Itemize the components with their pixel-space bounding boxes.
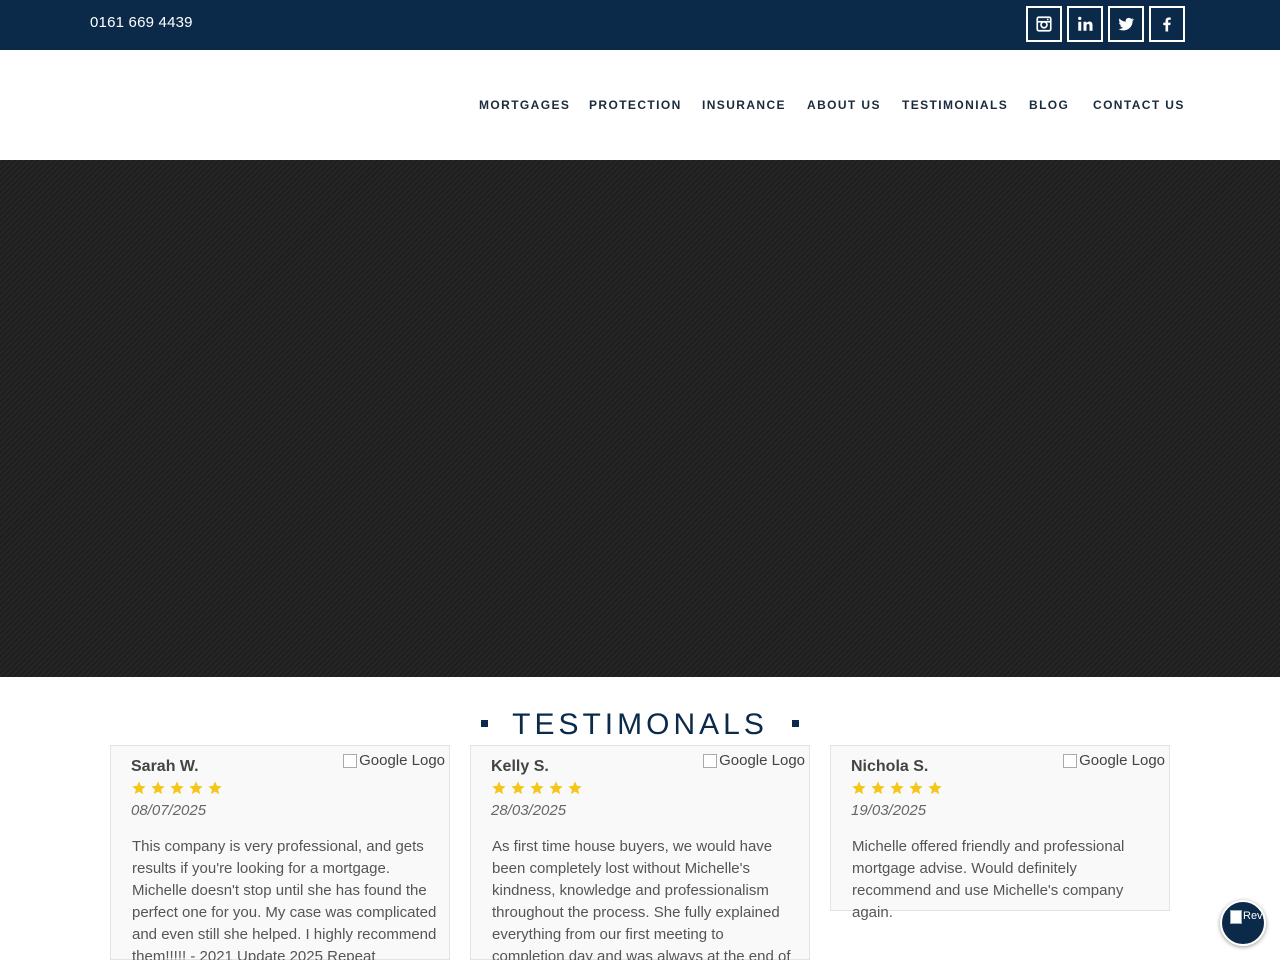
review-date: 08/07/2025 bbox=[131, 802, 207, 819]
phone-number[interactable]: 0161 669 4439 bbox=[90, 14, 193, 31]
star-rating bbox=[491, 780, 583, 796]
star-icon bbox=[890, 781, 904, 795]
nav-testimonials[interactable]: TESTIMONIALS bbox=[902, 98, 1008, 112]
twitter-icon[interactable] bbox=[1108, 6, 1144, 42]
star-icon bbox=[511, 781, 525, 795]
heading-square-left bbox=[480, 719, 488, 727]
star-icon bbox=[549, 781, 563, 795]
review-card: Sarah W. Google Logo 08/07/2025 This com… bbox=[110, 745, 450, 960]
reviewer-name: Sarah W. bbox=[131, 758, 199, 775]
nav-mortgages[interactable]: MORTGAGES bbox=[479, 98, 570, 112]
review-text: As first time house buyers, we would hav… bbox=[492, 838, 791, 960]
google-logo: Google Logo bbox=[703, 752, 805, 769]
google-logo-alt: Google Logo bbox=[719, 752, 805, 769]
nav-about-us[interactable]: ABOUT US bbox=[807, 98, 881, 112]
star-icon bbox=[189, 781, 203, 795]
star-icon bbox=[151, 781, 165, 795]
top-bar: 0161 669 4439 bbox=[0, 0, 1280, 50]
star-rating bbox=[131, 780, 223, 796]
google-logo-alt: Google Logo bbox=[1079, 752, 1165, 769]
star-icon bbox=[852, 781, 866, 795]
nav-protection[interactable]: PROTECTION bbox=[589, 98, 682, 112]
google-logo: Google Logo bbox=[343, 752, 445, 769]
facebook-icon[interactable] bbox=[1149, 6, 1185, 42]
hero-banner bbox=[0, 160, 1280, 677]
reviews-badge-button[interactable]: Revie bbox=[1220, 900, 1266, 946]
heading-square-right bbox=[792, 719, 800, 727]
star-icon bbox=[170, 781, 184, 795]
instagram-icon[interactable] bbox=[1026, 6, 1062, 42]
star-icon bbox=[928, 781, 942, 795]
review-date: 19/03/2025 bbox=[851, 802, 927, 819]
review-text: This company is very professional, and g… bbox=[132, 838, 437, 960]
nav-blog[interactable]: BLOG bbox=[1029, 98, 1069, 112]
star-icon bbox=[530, 781, 544, 795]
star-icon bbox=[871, 781, 885, 795]
nav-contact-us[interactable]: CONTACT US bbox=[1093, 98, 1185, 112]
google-logo-alt: Google Logo bbox=[359, 752, 445, 769]
star-icon bbox=[568, 781, 582, 795]
star-rating bbox=[851, 780, 943, 796]
review-date: 28/03/2025 bbox=[491, 802, 567, 819]
star-icon bbox=[132, 781, 146, 795]
testimonials-heading: TESTIMONALS bbox=[0, 708, 1280, 742]
review-card: Kelly S. Google Logo 28/03/2025 As first… bbox=[470, 745, 810, 960]
reviews-badge-alt-text: Revie bbox=[1243, 910, 1266, 922]
star-icon bbox=[909, 781, 923, 795]
review-text: Michelle offered friendly and profession… bbox=[852, 838, 1125, 921]
site-header: MORTGAGES PROTECTION INSURANCE ABOUT US … bbox=[0, 50, 1280, 160]
review-card: Nichola S. Google Logo 19/03/2025 Michel… bbox=[830, 745, 1170, 921]
reviewer-name: Nichola S. bbox=[851, 758, 929, 775]
google-logo: Google Logo bbox=[1063, 752, 1165, 769]
star-icon bbox=[492, 781, 506, 795]
section-title: TESTIMONALS bbox=[512, 708, 768, 741]
reviewer-name: Kelly S. bbox=[491, 758, 549, 775]
linkedin-icon[interactable] bbox=[1067, 6, 1103, 42]
nav-insurance[interactable]: INSURANCE bbox=[702, 98, 786, 112]
star-icon bbox=[208, 781, 222, 795]
reviews-badge-alt: Revie bbox=[1230, 910, 1266, 924]
